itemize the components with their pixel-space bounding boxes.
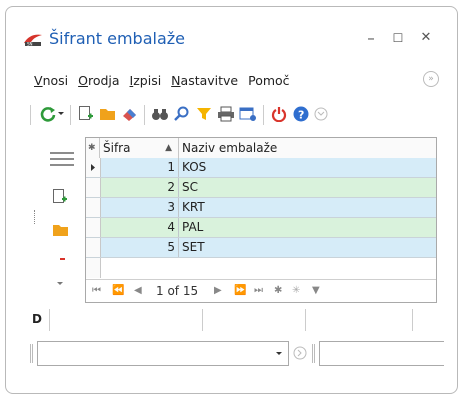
refresh-icon[interactable] — [38, 103, 58, 125]
filter-input-secondary[interactable] — [319, 341, 444, 366]
combo-chevron-icon[interactable] — [293, 346, 307, 360]
table-settings-icon[interactable] — [238, 103, 258, 125]
splitter-handle[interactable] — [34, 210, 36, 224]
record-position: 1 of 15 — [156, 284, 199, 298]
grid-header: ✱ Šifra ▲ Naziv embalaže — [86, 138, 436, 159]
prev-record-icon[interactable]: ◀ — [134, 283, 142, 299]
menu-pomoc[interactable]: Pomoč — [248, 73, 289, 88]
row-indicator[interactable] — [86, 238, 101, 257]
hamburger-icon[interactable] — [49, 152, 75, 166]
cell-naziv[interactable]: SET — [179, 238, 436, 257]
cell-sifra[interactable]: 5 — [100, 238, 179, 257]
table-row[interactable]: 1 KOS — [86, 158, 436, 178]
filter-icon[interactable] — [194, 103, 214, 125]
row-indicator[interactable] — [86, 198, 101, 217]
search-icon[interactable] — [172, 103, 192, 125]
side-open-folder-icon[interactable] — [52, 222, 70, 238]
table-row[interactable]: 2 SC — [86, 178, 436, 198]
open-folder-icon[interactable] — [98, 103, 118, 125]
side-dropdown-icon[interactable] — [56, 281, 64, 287]
menu-vnosi[interactable]: Vnosi — [34, 73, 68, 88]
new-record-icon[interactable] — [76, 103, 96, 125]
filter-header-row: D — [22, 307, 447, 332]
header-new-row-icon[interactable]: ✱ — [86, 138, 100, 158]
eraser-icon[interactable] — [120, 103, 140, 125]
app-logo-icon: SN — [24, 34, 42, 47]
dropdown-arrow-icon[interactable] — [56, 103, 66, 125]
table-row[interactable]: 5 SET — [86, 238, 436, 258]
next-record-icon[interactable]: ▶ — [214, 283, 222, 299]
maximize-button[interactable]: ☐ — [388, 28, 408, 48]
last-page-icon[interactable]: ⏭ — [254, 283, 263, 299]
cell-naziv[interactable]: PAL — [179, 218, 436, 237]
table-row[interactable]: 4 PAL — [86, 218, 436, 238]
navigator-filter-icon[interactable]: ▼ — [312, 283, 320, 299]
column-header-naziv[interactable]: Naziv embalaže — [179, 138, 436, 158]
menu-nastavitve[interactable]: Nastavitve — [171, 73, 238, 88]
svg-text:SN: SN — [27, 42, 33, 47]
first-page-icon[interactable]: ⏮ — [92, 283, 101, 299]
menu-chevron-icon[interactable]: » — [423, 71, 439, 87]
svg-text:?: ? — [298, 109, 304, 122]
cell-naziv[interactable]: KRT — [179, 198, 436, 217]
cell-sifra[interactable]: 2 — [100, 178, 179, 197]
row-indicator[interactable] — [86, 218, 101, 237]
cell-sifra[interactable]: 3 — [100, 198, 179, 217]
cell-naziv[interactable]: KOS — [179, 158, 436, 177]
empty-row — [86, 258, 436, 278]
prev-page-icon[interactable]: ⏪ — [112, 283, 124, 299]
menu-izpisi[interactable]: Izpisi — [130, 73, 162, 88]
menu-orodja[interactable]: Orodja — [78, 73, 119, 88]
binoculars-icon[interactable] — [150, 103, 170, 125]
cell-sifra[interactable]: 4 — [100, 218, 179, 237]
filter-combo[interactable] — [37, 341, 289, 366]
filter-label: D — [32, 312, 42, 326]
cell-naziv[interactable]: SC — [179, 178, 436, 197]
row-indicator[interactable] — [86, 178, 101, 197]
side-panel — [0, 138, 80, 308]
row-indicator — [86, 258, 101, 278]
side-new-record-icon[interactable] — [52, 188, 68, 206]
record-navigator: ⏮ ⏪ ◀ 1 of 15 ▶ ⏩ ⏭ ✱ ✳ ▼ — [86, 279, 436, 303]
menu-bar: Vnosi Orodja Izpisi Nastavitve Pomoč — [34, 73, 296, 88]
table-row[interactable]: 3 KRT — [86, 198, 436, 218]
close-button[interactable]: ✕ — [416, 28, 436, 48]
data-grid: ✱ Šifra ▲ Naziv embalaže 1 KOS 2 SC 3 KR… — [85, 137, 437, 303]
edit-record-icon[interactable]: ✳ — [292, 283, 300, 299]
chevron-icon[interactable] — [311, 103, 331, 125]
combo-dropdown-icon[interactable] — [275, 351, 283, 357]
next-page-icon[interactable]: ⏩ — [234, 283, 246, 299]
power-icon[interactable] — [269, 103, 289, 125]
sort-asc-icon: ▲ — [165, 143, 172, 153]
minimize-button[interactable]: – — [361, 28, 381, 48]
print-icon[interactable] — [216, 103, 236, 125]
row-indicator[interactable] — [86, 158, 101, 177]
column-header-sifra[interactable]: Šifra ▲ — [100, 138, 179, 158]
cell-sifra[interactable]: 1 — [100, 158, 179, 177]
current-row-arrow-icon — [91, 164, 95, 171]
side-red-marker-icon — [60, 258, 65, 260]
window-title: Šifrant embalaže — [49, 29, 185, 48]
help-icon[interactable]: ? — [291, 103, 311, 125]
append-record-icon[interactable]: ✱ — [274, 283, 282, 299]
